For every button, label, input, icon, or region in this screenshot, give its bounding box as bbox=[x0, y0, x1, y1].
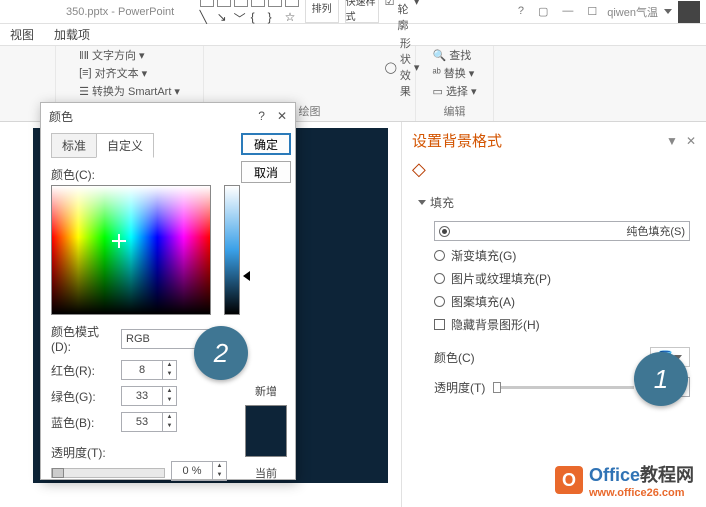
pane-close-icon[interactable]: ✕ bbox=[686, 134, 696, 148]
dialog-tabs: 标准 自定义 bbox=[51, 133, 227, 158]
new-swatch-label: 新增 bbox=[255, 383, 277, 399]
dialog-title: 颜色 bbox=[49, 108, 73, 125]
radio-solid-fill[interactable]: 纯色填充(S) bbox=[434, 221, 690, 241]
tab-standard[interactable]: 标准 bbox=[51, 133, 97, 158]
mode-label: 颜色模式(D): bbox=[51, 323, 115, 354]
color-dialog: 颜色 ?✕ 标准 自定义 颜色(C): 颜色模式(D):RGB 红色(R):8▲… bbox=[40, 102, 296, 480]
tab-custom[interactable]: 自定义 bbox=[96, 133, 154, 158]
collapse-icon bbox=[418, 200, 426, 205]
watermark-url: www.office26.com bbox=[589, 487, 694, 499]
replace-button[interactable]: ᵃᵇ 替换 ▾ bbox=[433, 65, 475, 81]
minimize-icon[interactable]: — bbox=[562, 5, 573, 18]
crosshair-icon bbox=[112, 234, 126, 248]
radio-gradient-fill[interactable]: 渐变填充(G) bbox=[434, 247, 690, 264]
color-field-label: 颜色(C): bbox=[51, 166, 227, 183]
step-1-marker: 1 bbox=[634, 352, 688, 406]
pane-menu-icon[interactable]: ▼ bbox=[666, 134, 678, 148]
shape-effect[interactable]: ◯ 形状效果 ▾ bbox=[385, 35, 420, 99]
cancel-button[interactable]: 取消 bbox=[241, 161, 291, 183]
align-text[interactable]: [≡] 对齐文本 ▾ bbox=[79, 65, 147, 81]
radio-pattern-fill[interactable]: 图案填充(A) bbox=[434, 293, 690, 310]
find-button[interactable]: 🔍 查找 bbox=[433, 47, 472, 63]
text-direction[interactable]: ‖Ⅱ 文字方向 ▾ bbox=[79, 47, 145, 63]
help-icon[interactable]: ? bbox=[518, 5, 524, 18]
dlg-transparency-spinner[interactable]: 0 %▲▼ bbox=[171, 461, 227, 481]
format-background-pane: 设置背景格式 ▼ ✕ ◇ 填充 纯色填充(S) 渐变填充(G) 图片或纹理填充(P… bbox=[401, 122, 706, 507]
check-hide-bg[interactable]: 隐藏背景图形(H) bbox=[434, 316, 690, 333]
dlg-transparency-slider[interactable] bbox=[51, 468, 165, 478]
radio-picture-fill[interactable]: 图片或纹理填充(P) bbox=[434, 270, 690, 287]
blue-spinner[interactable]: 53▲▼ bbox=[121, 412, 177, 432]
dialog-close-icon[interactable]: ✕ bbox=[277, 109, 287, 123]
preview-swatch bbox=[245, 405, 287, 457]
pane-title: 设置背景格式 bbox=[412, 130, 502, 151]
select-button[interactable]: ▭ 选择 ▾ bbox=[433, 83, 477, 99]
luminance-bar[interactable] bbox=[224, 185, 240, 315]
user-name: qiwen气温 bbox=[607, 4, 658, 20]
color-label: 颜色(C) bbox=[434, 349, 475, 366]
transparency-slider[interactable] bbox=[493, 386, 634, 389]
dlg-transparency-label: 透明度(T): bbox=[51, 444, 227, 461]
step-2-marker: 2 bbox=[194, 326, 248, 380]
avatar bbox=[678, 1, 700, 23]
tab-view[interactable]: 视图 bbox=[10, 26, 34, 43]
quick-style-button[interactable]: ◢快速样式 bbox=[345, 0, 379, 23]
current-swatch-label: 当前 bbox=[255, 465, 277, 481]
luminance-pointer-icon[interactable] bbox=[243, 271, 250, 281]
fill-section-header[interactable]: 填充 bbox=[418, 194, 690, 211]
shape-gallery[interactable]: ╲↘﹀{}☆ bbox=[200, 0, 299, 22]
convert-smartart[interactable]: ☰ 转换为 SmartArt ▾ bbox=[79, 83, 180, 99]
bucket-icon[interactable]: ◇ bbox=[412, 159, 426, 179]
user-area[interactable]: qiwen气温 bbox=[607, 1, 700, 23]
red-spinner[interactable]: 8▲▼ bbox=[121, 360, 177, 380]
ribbon-display-icon[interactable]: ▢ bbox=[538, 5, 548, 18]
maximize-icon[interactable]: ☐ bbox=[587, 5, 597, 18]
color-spectrum[interactable] bbox=[51, 185, 211, 315]
red-label: 红色(R): bbox=[51, 362, 115, 379]
tab-addins[interactable]: 加载项 bbox=[54, 26, 90, 43]
shape-outline[interactable]: ☑ 形状轮廓 ▾ bbox=[385, 0, 420, 33]
green-label: 绿色(G): bbox=[51, 388, 115, 405]
green-spinner[interactable]: 33▲▼ bbox=[121, 386, 177, 406]
dialog-help-icon[interactable]: ? bbox=[258, 109, 265, 123]
arrange-button[interactable]: ⊞排列 bbox=[305, 0, 339, 23]
window-controls: ? ▢ — ☐ bbox=[518, 5, 597, 18]
office-logo-icon: O bbox=[555, 466, 583, 494]
group-drawing: 绘图 bbox=[299, 103, 321, 119]
chevron-down-icon bbox=[664, 9, 672, 14]
group-editing: 编辑 bbox=[444, 103, 466, 119]
ok-button[interactable]: 确定 bbox=[241, 133, 291, 155]
transparency-label: 透明度(T) bbox=[434, 379, 485, 396]
blue-label: 蓝色(B): bbox=[51, 414, 115, 431]
watermark: O Office教程网 www.office26.com bbox=[555, 461, 694, 499]
